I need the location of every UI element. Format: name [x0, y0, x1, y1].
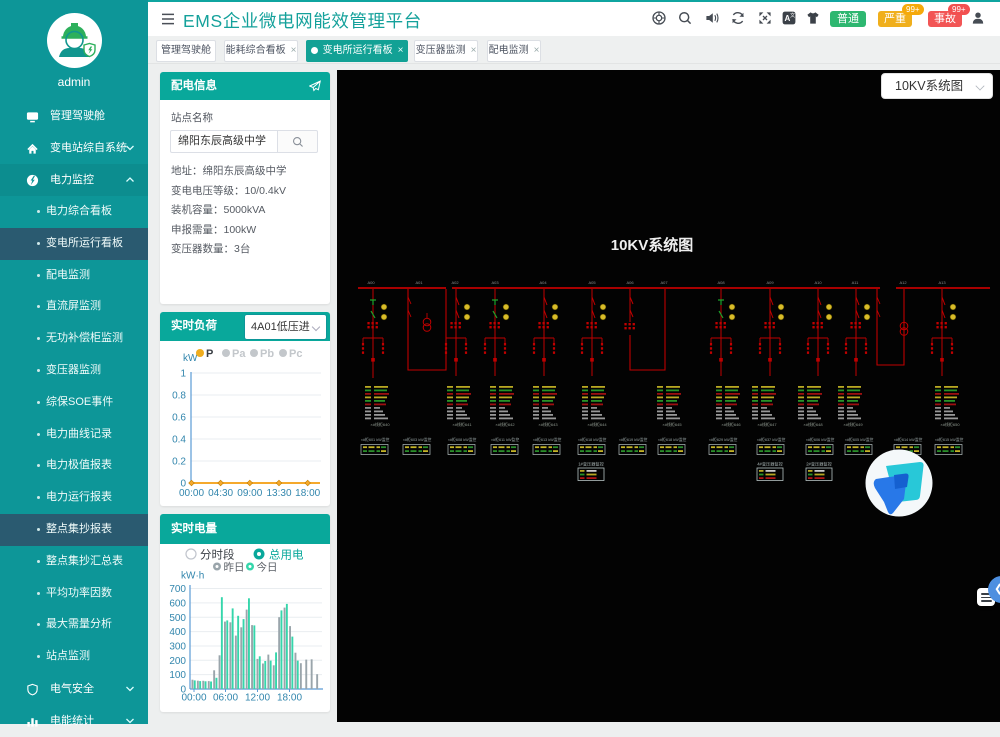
- svg-text:A04: A04: [539, 280, 547, 285]
- svg-text:06:00: 06:00: [213, 693, 238, 704]
- svg-text:P: P: [206, 348, 213, 360]
- svg-text:18:00: 18:00: [277, 693, 302, 704]
- svg-text:×#柜611 kW监控: ×#柜611 kW监控: [491, 437, 520, 442]
- svg-text:A10: A10: [814, 280, 822, 285]
- svg-text:×#线柜647: ×#线柜647: [757, 421, 777, 427]
- svg-text:×#柜619 kW监控: ×#柜619 kW监控: [619, 437, 648, 442]
- svg-text:×#柜629 kW监控: ×#柜629 kW监控: [709, 437, 738, 442]
- svg-text:×#柜618 kW监控: ×#柜618 kW监控: [658, 437, 687, 442]
- svg-text:×#柜608 kW监控: ×#柜608 kW监控: [448, 437, 477, 442]
- svg-text:A01: A01: [415, 280, 423, 285]
- svg-text:200: 200: [169, 656, 186, 667]
- svg-text:×#柜614 kW监控: ×#柜614 kW监控: [894, 437, 923, 442]
- svg-text:400: 400: [169, 627, 186, 638]
- svg-text:×#柜603 kW监控: ×#柜603 kW监控: [403, 437, 432, 442]
- svg-text:0.8: 0.8: [172, 391, 186, 402]
- svg-text:10KV系统图: 10KV系统图: [611, 236, 694, 254]
- svg-text:×#线柜645: ×#线柜645: [662, 421, 682, 427]
- svg-text:09:00: 09:00: [237, 488, 262, 499]
- svg-text:13:30: 13:30: [266, 488, 291, 499]
- svg-text:×#柜605 kW监控: ×#柜605 kW监控: [845, 437, 874, 442]
- svg-text:A03: A03: [491, 280, 499, 285]
- svg-text:×#柜613 kW监控: ×#柜613 kW监控: [533, 437, 562, 442]
- svg-text:×#柜606 kW监控: ×#柜606 kW监控: [806, 437, 835, 442]
- svg-text:×#柜601 kW监控: ×#柜601 kW监控: [361, 437, 390, 442]
- svg-text:12:00: 12:00: [245, 693, 270, 704]
- svg-text:A02: A02: [451, 280, 459, 285]
- svg-text:Pa: Pa: [232, 348, 246, 360]
- svg-text:0.2: 0.2: [172, 457, 186, 468]
- svg-text:×#线柜640: ×#线柜640: [370, 421, 390, 427]
- svg-text:A11: A11: [852, 280, 860, 285]
- svg-text:1#变压器监控: 1#变压器监控: [578, 461, 604, 468]
- svg-text:×#线柜650: ×#线柜650: [940, 421, 960, 427]
- svg-text:Pb: Pb: [260, 348, 274, 360]
- svg-text:×#线柜641: ×#线柜641: [452, 421, 472, 427]
- svg-text:×#线柜649: ×#线柜649: [843, 421, 863, 427]
- svg-text:kW: kW: [183, 353, 198, 364]
- svg-text:A00: A00: [367, 280, 375, 285]
- svg-text:00:00: 00:00: [179, 488, 204, 499]
- svg-text:kW·h: kW·h: [181, 571, 204, 582]
- svg-text:00:00: 00:00: [181, 693, 206, 704]
- svg-text:600: 600: [169, 598, 186, 609]
- svg-text:×#线柜642: ×#线柜642: [495, 421, 515, 427]
- svg-text:A13: A13: [938, 280, 946, 285]
- svg-text:今日: 今日: [257, 561, 278, 574]
- svg-text:2#变压器监控: 2#变压器监控: [806, 461, 832, 468]
- svg-text:昨日: 昨日: [224, 562, 245, 574]
- svg-text:18:00: 18:00: [295, 488, 320, 499]
- svg-text:A06: A06: [626, 280, 634, 285]
- svg-text:A08: A08: [717, 280, 725, 285]
- svg-text:A12: A12: [899, 280, 907, 285]
- svg-text:×#柜618 kW监控: ×#柜618 kW监控: [578, 437, 607, 442]
- svg-text:0.4: 0.4: [172, 435, 186, 446]
- svg-text:1: 1: [180, 369, 186, 380]
- svg-text:A09: A09: [766, 280, 774, 285]
- svg-text:×#线柜648: ×#线柜648: [803, 421, 823, 427]
- svg-text:×#线柜646: ×#线柜646: [721, 421, 741, 427]
- svg-text:×#柜615 kW监控: ×#柜615 kW监控: [935, 437, 964, 442]
- svg-text:500: 500: [169, 613, 186, 624]
- svg-text:×#线柜644: ×#线柜644: [587, 421, 607, 427]
- svg-text:4#变压器监控: 4#变压器监控: [757, 461, 783, 468]
- svg-text:A07: A07: [660, 280, 668, 285]
- svg-text:100: 100: [169, 670, 186, 681]
- svg-text:Pc: Pc: [289, 348, 302, 360]
- svg-text:04:30: 04:30: [208, 488, 233, 499]
- svg-text:0.6: 0.6: [172, 413, 186, 424]
- svg-text:×#柜637 kW监控: ×#柜637 kW监控: [757, 437, 786, 442]
- svg-text:×#线柜643: ×#线柜643: [538, 421, 558, 427]
- svg-text:分时段: 分时段: [200, 548, 235, 562]
- svg-text:A05: A05: [588, 280, 596, 285]
- svg-text:总用电: 总用电: [269, 548, 304, 562]
- svg-text:300: 300: [169, 642, 186, 653]
- svg-text:700: 700: [169, 584, 186, 595]
